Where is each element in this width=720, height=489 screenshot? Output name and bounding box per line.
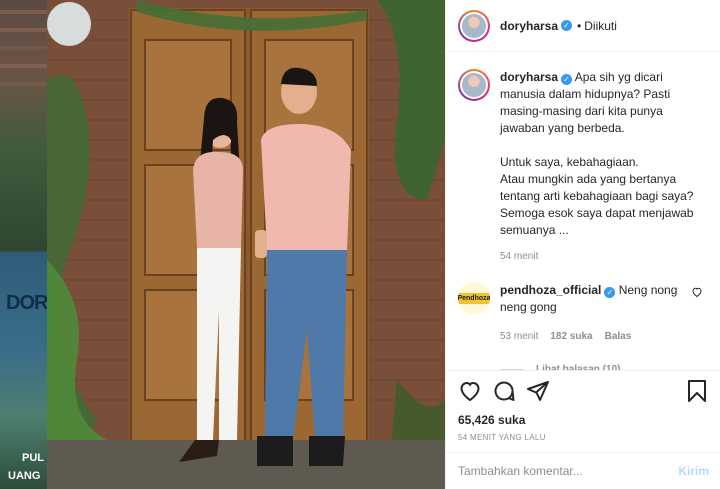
post-photo[interactable]: [47, 0, 445, 489]
caption-text: Apa sih yg dicari manusia dalam hidupnya…: [500, 70, 694, 237]
bookmark-icon[interactable]: [685, 379, 709, 403]
post-photo-illustration: [47, 0, 445, 489]
caption: doryharsa ✓ Apa sih yg dicari manusia dal…: [458, 69, 709, 265]
comment-item: Pendhoza pendhoza_official ✓ Neng nong ne…: [458, 282, 709, 370]
author-avatar[interactable]: [458, 9, 490, 42]
commenter-username[interactable]: pendhoza_official: [500, 283, 601, 297]
post-comment-button[interactable]: Kirim: [678, 464, 709, 478]
view-replies-label: Lihat balasan (10): [536, 364, 621, 370]
share-icon[interactable]: [526, 379, 550, 403]
header-separator: •: [577, 18, 582, 33]
comments-section[interactable]: doryharsa ✓ Apa sih yg dicari manusia dal…: [446, 53, 720, 370]
reply-button[interactable]: Balas: [605, 328, 632, 345]
previous-post-text-bottom-1: PUL: [22, 452, 44, 464]
view-replies-button[interactable]: Lihat balasan (10): [500, 361, 690, 370]
post-actions: 65,426 suka 54 MENIT YANG LALU: [446, 370, 720, 442]
caption-time[interactable]: 54 menit: [500, 248, 709, 265]
commenter-avatar[interactable]: Pendhoza: [458, 282, 490, 314]
heart-icon[interactable]: [458, 379, 482, 403]
post-header: doryharsa ✓ • Diikuti: [446, 0, 720, 52]
comment-time[interactable]: 53 menit: [500, 328, 538, 345]
verified-badge-icon: ✓: [561, 20, 573, 31]
verified-badge-icon: ✓: [604, 287, 616, 298]
add-comment-input[interactable]: [458, 464, 679, 478]
verified-badge-icon: ✓: [561, 74, 573, 85]
likes-count[interactable]: 65,426 suka: [458, 413, 709, 427]
caption-author-avatar[interactable]: [458, 69, 490, 101]
add-comment-box: Kirim: [446, 452, 720, 489]
author-username[interactable]: doryharsa: [500, 19, 558, 33]
comment-meta: 53 menit 182 suka Balas: [500, 328, 690, 345]
post-details-panel: doryharsa ✓ • Diikuti doryharsa ✓ Apa sih…: [445, 0, 720, 489]
comment-like-heart-icon[interactable]: [691, 286, 703, 298]
previous-post-peek[interactable]: DOR PUL UANG: [0, 0, 47, 489]
comment-icon[interactable]: [492, 379, 516, 403]
previous-post-image-top: [0, 0, 47, 250]
author-avatar-image: [462, 13, 486, 38]
post-timestamp[interactable]: 54 MENIT YANG LALU: [458, 433, 709, 442]
caption-username[interactable]: doryharsa: [500, 70, 558, 84]
commenter-avatar-logo: Pendhoza: [458, 292, 490, 304]
follow-status-button[interactable]: Diikuti: [584, 19, 617, 33]
previous-post-text-top: DOR: [6, 292, 47, 314]
previous-post-text-bottom-2: UANG: [8, 470, 41, 482]
comment-likes[interactable]: 182 suka: [550, 328, 592, 345]
